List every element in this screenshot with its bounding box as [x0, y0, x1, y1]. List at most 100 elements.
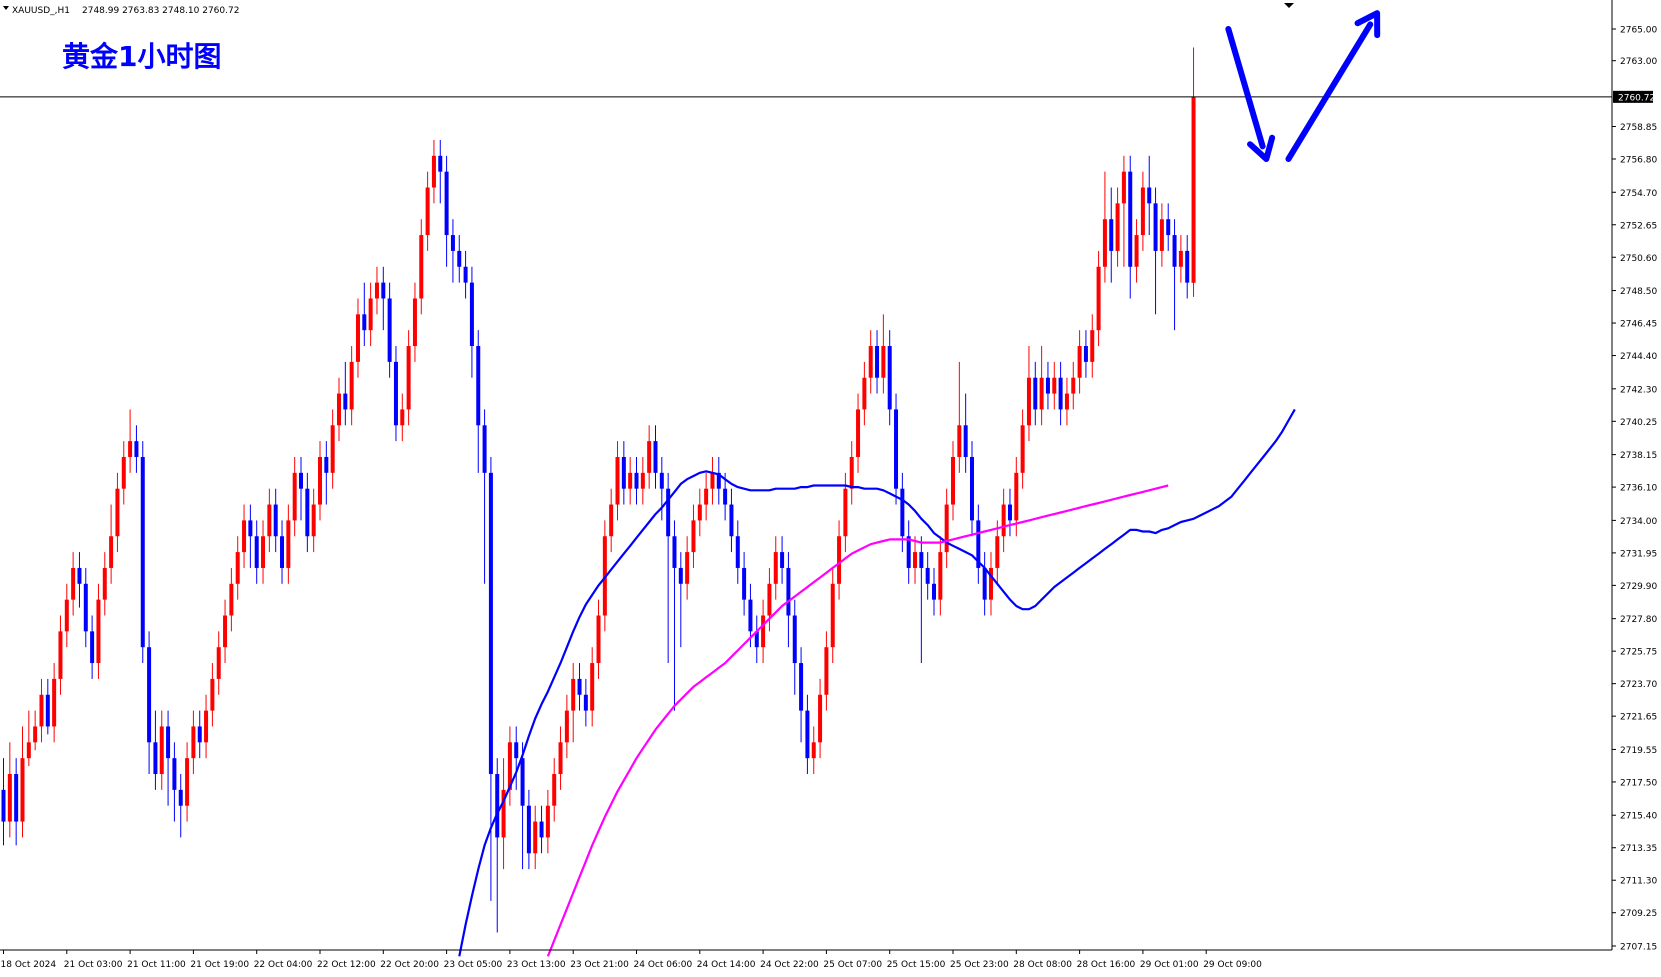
price-tick-label: 2750.60 [1620, 254, 1657, 264]
candle-body [621, 456, 626, 489]
candle-body [178, 789, 183, 806]
candle-body [881, 346, 886, 378]
candlestick-chart[interactable]: 2765.00 2763.00 2760.72 2758.85 2756.80 2754.… [0, 0, 1661, 977]
candle-body [564, 710, 569, 743]
time-tick-label: 28 Oct 08:00 [1013, 960, 1072, 970]
candle-body [355, 314, 360, 362]
time-tick-label: 23 Oct 13:00 [507, 960, 566, 970]
time-tick-label: 25 Oct 07:00 [823, 960, 882, 970]
candle-body [1134, 235, 1139, 267]
candle-body [685, 552, 690, 584]
candle-body [58, 631, 63, 679]
candle-body [792, 615, 797, 664]
candle-body [539, 821, 544, 838]
candle-body [590, 663, 595, 711]
candle-body [1077, 346, 1082, 378]
candle-body [982, 567, 987, 600]
candle-body [957, 425, 962, 457]
candle-body [1045, 377, 1050, 394]
candle-body [412, 298, 417, 347]
candle-body [280, 536, 285, 568]
candle-body [495, 774, 500, 838]
candle-body [476, 346, 481, 426]
candle-body [843, 488, 848, 537]
candle-body [45, 694, 50, 727]
candle-body [862, 377, 867, 410]
candle-body [381, 282, 386, 299]
candle-body [906, 536, 911, 568]
candle-body [248, 520, 253, 537]
candle-body [26, 742, 31, 759]
candle-body [1090, 330, 1095, 362]
price-tick-label: 2729.90 [1620, 582, 1657, 592]
candle-body [343, 393, 348, 410]
candle-body [457, 250, 462, 267]
candle-body [273, 504, 278, 537]
annotation-title: 黄金1小时图 [62, 40, 221, 73]
candle-body [469, 282, 474, 347]
candle-body [583, 694, 588, 711]
candle-body [1191, 96, 1196, 283]
candle-body [1140, 187, 1145, 236]
candle-body [1071, 377, 1076, 394]
candle-body [1115, 203, 1120, 251]
candle-body [944, 504, 949, 553]
candle-body [995, 536, 1000, 568]
candle-body [7, 774, 12, 822]
candle-body [153, 742, 158, 775]
candle-body [932, 583, 937, 600]
candle-body [450, 235, 455, 251]
candle [894, 393, 899, 505]
candle-body [786, 567, 791, 616]
time-tick-label: 22 Oct 12:00 [317, 960, 376, 970]
candle-body [267, 504, 272, 537]
candle-body [742, 567, 747, 600]
candle-body [229, 583, 234, 616]
time-tick-label: 23 Oct 05:00 [444, 960, 503, 970]
candle-body [799, 663, 804, 711]
candle-body [134, 441, 139, 457]
candle-body [1058, 377, 1063, 410]
candle-body [299, 472, 304, 489]
price-tick-label: 2748.50 [1620, 287, 1657, 297]
candle-body [666, 488, 671, 537]
candle-body [900, 488, 905, 537]
candle-body [128, 441, 133, 457]
candle-body [1020, 425, 1025, 473]
candle-body [951, 456, 955, 505]
price-tick-label: 2713.35 [1620, 844, 1657, 854]
candle-body [520, 758, 525, 806]
candle-body [419, 235, 424, 299]
candle-body [14, 774, 19, 822]
candle-body [659, 472, 664, 489]
candle-body [571, 678, 576, 711]
candle-body [387, 298, 392, 362]
candle-body [723, 488, 728, 505]
candle-body [185, 758, 190, 806]
candle-body [33, 726, 38, 743]
price-tick-label: 2754.70 [1620, 189, 1657, 199]
candle-body [761, 615, 766, 648]
candle-body [463, 266, 468, 283]
candle-body [1064, 393, 1069, 410]
candle-body [963, 425, 968, 457]
time-tick-label: 29 Oct 01:00 [1140, 960, 1199, 970]
time-tick-label: 23 Oct 21:00 [570, 960, 629, 970]
candle-body [425, 187, 430, 236]
price-tick-label: 2715.40 [1620, 812, 1657, 822]
candle-body [235, 552, 240, 584]
candle-body [824, 647, 829, 695]
price-tick-label: 2763.00 [1620, 57, 1657, 67]
time-tick-label: 24 Oct 22:00 [760, 960, 819, 970]
candle-body [1147, 187, 1152, 204]
price-tick-label: 2756.80 [1620, 155, 1657, 165]
candle-body [1083, 346, 1088, 362]
candle-body [552, 774, 557, 806]
candle-body [1172, 235, 1177, 267]
candle-body [1102, 219, 1107, 267]
candle-body [672, 536, 677, 568]
time-tick-label: 21 Oct 11:00 [127, 960, 186, 970]
candle-body [191, 726, 196, 759]
price-tick-label: 2746.45 [1620, 320, 1657, 330]
candle-body [856, 409, 861, 457]
